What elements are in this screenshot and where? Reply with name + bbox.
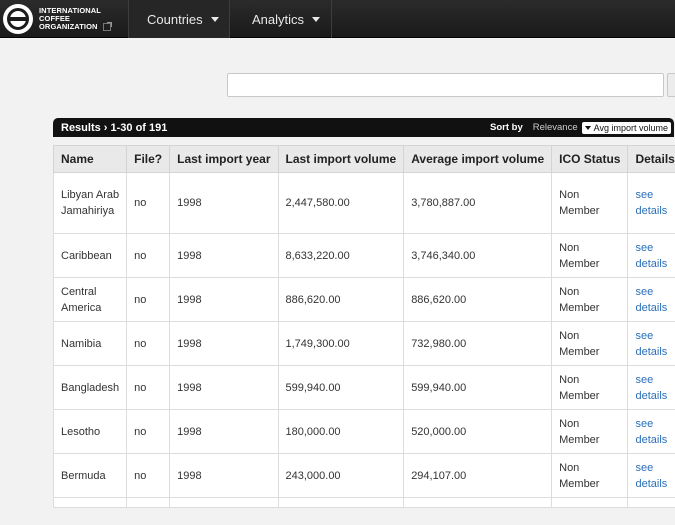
- cell-name: Lesotho: [52, 409, 128, 454]
- cell-average-import-volume: 886,620.00: [403, 277, 553, 322]
- cell-last-import-volume: 8,633,220.00: [277, 233, 405, 278]
- sort-option-avg-import-volume[interactable]: Avg import volume: [581, 121, 671, 134]
- cell-last-import-year: 1998: [169, 172, 279, 234]
- results-header-bar: Results › 1-30 of 191 Sort by Relevance …: [53, 118, 674, 137]
- column-header-average-import-volume[interactable]: Average import volume: [403, 145, 553, 173]
- top-navbar: INTERNATIONAL COFFEE ORGANIZATION Countr…: [0, 0, 675, 38]
- cell-name: Bangladesh: [52, 365, 128, 410]
- ico-logo-link[interactable]: INTERNATIONAL COFFEE ORGANIZATION: [0, 0, 128, 38]
- sort-active-label: Avg import volume: [593, 122, 668, 133]
- cell-ico-status: Non Member: [551, 277, 629, 322]
- table-header-row: Name File? Last import year Last import …: [52, 145, 675, 173]
- column-header-details: Details: [627, 145, 675, 173]
- search-button[interactable]: [667, 73, 675, 97]
- sort-desc-icon: [584, 125, 591, 130]
- brand-line-3: ORGANIZATION: [39, 22, 98, 31]
- nav-analytics-label: Analytics: [252, 11, 305, 27]
- cell-name: Bermuda: [52, 453, 128, 498]
- see-details-link[interactable]: see details: [627, 409, 675, 454]
- cell-last-import-volume: 886,620.00: [277, 277, 405, 322]
- cell-last-import-volume: 599,940.00: [277, 365, 405, 410]
- sort-controls: Sort by Relevance Avg import volume: [490, 121, 671, 134]
- cell-last-import-volume: 1,749,300.00: [277, 321, 405, 366]
- table-row: Central America no 1998 886,620.00 886,6…: [52, 277, 675, 322]
- cell-average-import-volume: 3,746,340.00: [403, 233, 553, 278]
- table-row-partial: [52, 497, 675, 508]
- column-header-last-import-volume[interactable]: Last import volume: [277, 145, 405, 173]
- cell-average-import-volume: 294,107.00: [403, 453, 553, 498]
- search-input[interactable]: [227, 73, 664, 97]
- chevron-down-icon: [312, 16, 321, 22]
- nav-analytics-dropdown[interactable]: Analytics: [229, 0, 332, 38]
- sort-option-relevance[interactable]: Relevance: [533, 122, 578, 133]
- cell-last-import-year: 1998: [169, 365, 279, 410]
- table-row: Namibia no 1998 1,749,300.00 732,980.00 …: [52, 321, 675, 366]
- cell-last-import-volume: 2,447,580.00: [277, 172, 405, 234]
- cell-average-import-volume: 520,000.00: [403, 409, 553, 454]
- cell-last-import-year: 1998: [169, 453, 279, 498]
- see-details-link[interactable]: see details: [627, 365, 675, 410]
- cell-file: no: [126, 172, 171, 234]
- see-details-link[interactable]: see details: [627, 321, 675, 366]
- cell-file: no: [126, 453, 171, 498]
- cell-average-import-volume: 732,980.00: [403, 321, 553, 366]
- cell-name: Libyan Arab Jamahiriya: [52, 172, 128, 234]
- nav-countries-dropdown[interactable]: Countries: [128, 0, 229, 38]
- table-row: Bangladesh no 1998 599,940.00 599,940.00…: [52, 365, 675, 410]
- chevron-down-icon: [210, 16, 219, 22]
- cell-name: Central America: [52, 277, 128, 322]
- cell-ico-status: Non Member: [551, 409, 629, 454]
- cell-file: no: [126, 365, 171, 410]
- column-header-file[interactable]: File?: [126, 145, 171, 173]
- cell-average-import-volume: 599,940.00: [403, 365, 553, 410]
- cell-ico-status: Non Member: [551, 321, 629, 366]
- cell-file: no: [126, 233, 171, 278]
- table-row: Caribbean no 1998 8,633,220.00 3,746,340…: [52, 233, 675, 278]
- cell-name: Namibia: [52, 321, 128, 366]
- see-details-link[interactable]: see details: [627, 172, 675, 234]
- column-header-ico-status[interactable]: ICO Status: [551, 145, 629, 173]
- table-row: Bermuda no 1998 243,000.00 294,107.00 No…: [52, 453, 675, 498]
- column-header-name[interactable]: Name: [52, 145, 128, 173]
- see-details-link[interactable]: see details: [627, 277, 675, 322]
- nav-countries-label: Countries: [147, 11, 203, 27]
- cell-file: no: [126, 321, 171, 366]
- brand-name: INTERNATIONAL COFFEE ORGANIZATION: [39, 7, 112, 31]
- cell-file: no: [126, 277, 171, 322]
- see-details-link[interactable]: see details: [627, 233, 675, 278]
- external-link-icon: [102, 22, 112, 31]
- table-row: Lesotho no 1998 180,000.00 520,000.00 No…: [52, 409, 675, 454]
- cell-file: no: [126, 409, 171, 454]
- sort-by-label: Sort by: [490, 122, 523, 133]
- results-table: Name File? Last import year Last import …: [52, 145, 675, 508]
- cell-average-import-volume: 3,780,887.00: [403, 172, 553, 234]
- cell-last-import-year: 1998: [169, 409, 279, 454]
- table-row: Libyan Arab Jamahiriya no 1998 2,447,580…: [52, 172, 675, 234]
- cell-last-import-year: 1998: [169, 321, 279, 366]
- results-count: Results › 1-30 of 191: [61, 121, 168, 134]
- cell-last-import-year: 1998: [169, 233, 279, 278]
- column-header-last-import-year[interactable]: Last import year: [169, 145, 279, 173]
- cell-last-import-year: 1998: [169, 277, 279, 322]
- cell-last-import-volume: 243,000.00: [277, 453, 405, 498]
- cell-ico-status: Non Member: [551, 172, 629, 234]
- ico-logo-icon: [3, 4, 33, 34]
- cell-last-import-volume: 180,000.00: [277, 409, 405, 454]
- cell-name: Caribbean: [52, 233, 128, 278]
- cell-ico-status: Non Member: [551, 365, 629, 410]
- cell-ico-status: Non Member: [551, 233, 629, 278]
- cell-ico-status: Non Member: [551, 453, 629, 498]
- see-details-link[interactable]: see details: [627, 453, 675, 498]
